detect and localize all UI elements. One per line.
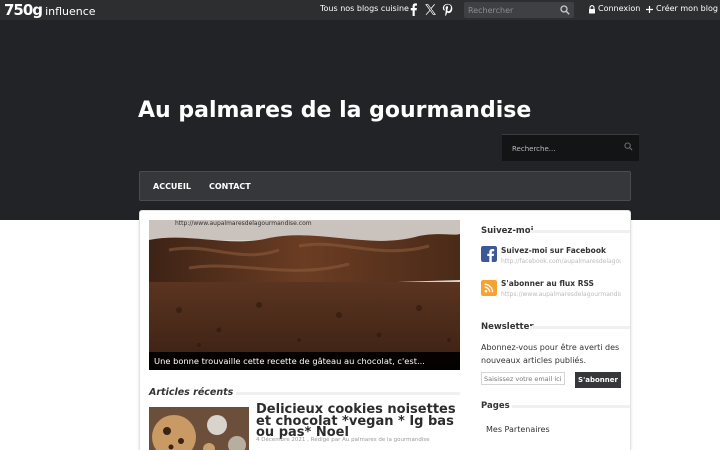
- follow-rss-url[interactable]: https://www.aupalmaresdelagourmandise.co…: [501, 291, 621, 298]
- facebook-icon[interactable]: [407, 3, 420, 16]
- section-divider: [530, 326, 630, 329]
- x-icon[interactable]: [424, 3, 437, 16]
- plus-icon: [646, 6, 653, 13]
- top-search-input[interactable]: [468, 4, 556, 16]
- post-meta: 4 Décembre 2021 , Rédigé par Au palmares…: [256, 437, 430, 443]
- newsletter-subscribe-button[interactable]: S'abonner: [575, 372, 621, 388]
- follow-title: Suivez-moi: [481, 226, 534, 236]
- section-divider: [512, 405, 630, 408]
- nav-item-accueil[interactable]: ACCUEIL: [153, 182, 191, 191]
- recent-articles-title: Articles récents: [149, 387, 234, 398]
- top-bar: 750g influence Tous nos blogs cuisine Co…: [0, 0, 720, 20]
- search-icon[interactable]: [560, 5, 570, 15]
- cookies-image: [149, 407, 249, 450]
- create-blog-link[interactable]: Créer mon blog: [656, 4, 718, 13]
- post-title[interactable]: Delicieux cookies noisettes et chocolat …: [256, 403, 466, 439]
- newsletter-title: Newsletter: [481, 322, 534, 332]
- lock-icon: [589, 5, 595, 14]
- site-logo[interactable]: 750g influence: [4, 1, 96, 19]
- logo-word: influence: [45, 5, 96, 18]
- logo-number: 750g: [4, 1, 43, 19]
- image-overlay-url: http://www.aupalmaresdelagourmandise.com: [175, 220, 312, 227]
- newsletter-email-input[interactable]: [481, 372, 565, 385]
- rss-icon[interactable]: [481, 280, 497, 296]
- follow-rss-link[interactable]: S'abonner au flux RSS: [501, 279, 594, 288]
- newsletter-description: Abonnez-vous pour être averti des nouvea…: [481, 343, 620, 365]
- facebook-icon[interactable]: [481, 246, 497, 262]
- section-divider: [530, 230, 630, 233]
- header-search-box: [502, 134, 639, 161]
- page-link-partenaires[interactable]: Mes Partenaires: [486, 425, 550, 434]
- featured-post-caption[interactable]: Une bonne trouvaille cette recette de gâ…: [149, 352, 460, 370]
- search-icon[interactable]: [624, 142, 633, 151]
- nav-item-contact[interactable]: CONTACT: [209, 182, 251, 191]
- chocolate-cake-image: http://www.aupalmaresdelagourmandise.com: [149, 220, 460, 370]
- login-link[interactable]: Connexion: [598, 4, 640, 13]
- post-thumbnail[interactable]: [149, 407, 249, 450]
- featured-post-image[interactable]: http://www.aupalmaresdelagourmandise.com…: [149, 220, 460, 370]
- top-search-box: [464, 2, 574, 18]
- all-blogs-link[interactable]: Tous nos blogs cuisine: [320, 4, 409, 13]
- header-search-input[interactable]: [512, 143, 622, 155]
- pages-title: Pages: [481, 401, 510, 411]
- blog-title[interactable]: Au palmares de la gourmandise: [138, 98, 531, 123]
- section-divider: [236, 392, 460, 395]
- follow-facebook-link[interactable]: Suivez-moi sur Facebook: [501, 246, 606, 255]
- main-nav: ACCUEIL CONTACT: [139, 171, 631, 201]
- pinterest-icon[interactable]: [441, 3, 454, 16]
- follow-facebook-url[interactable]: http://facebook.com/aupalmaresdelagourma…: [501, 258, 621, 265]
